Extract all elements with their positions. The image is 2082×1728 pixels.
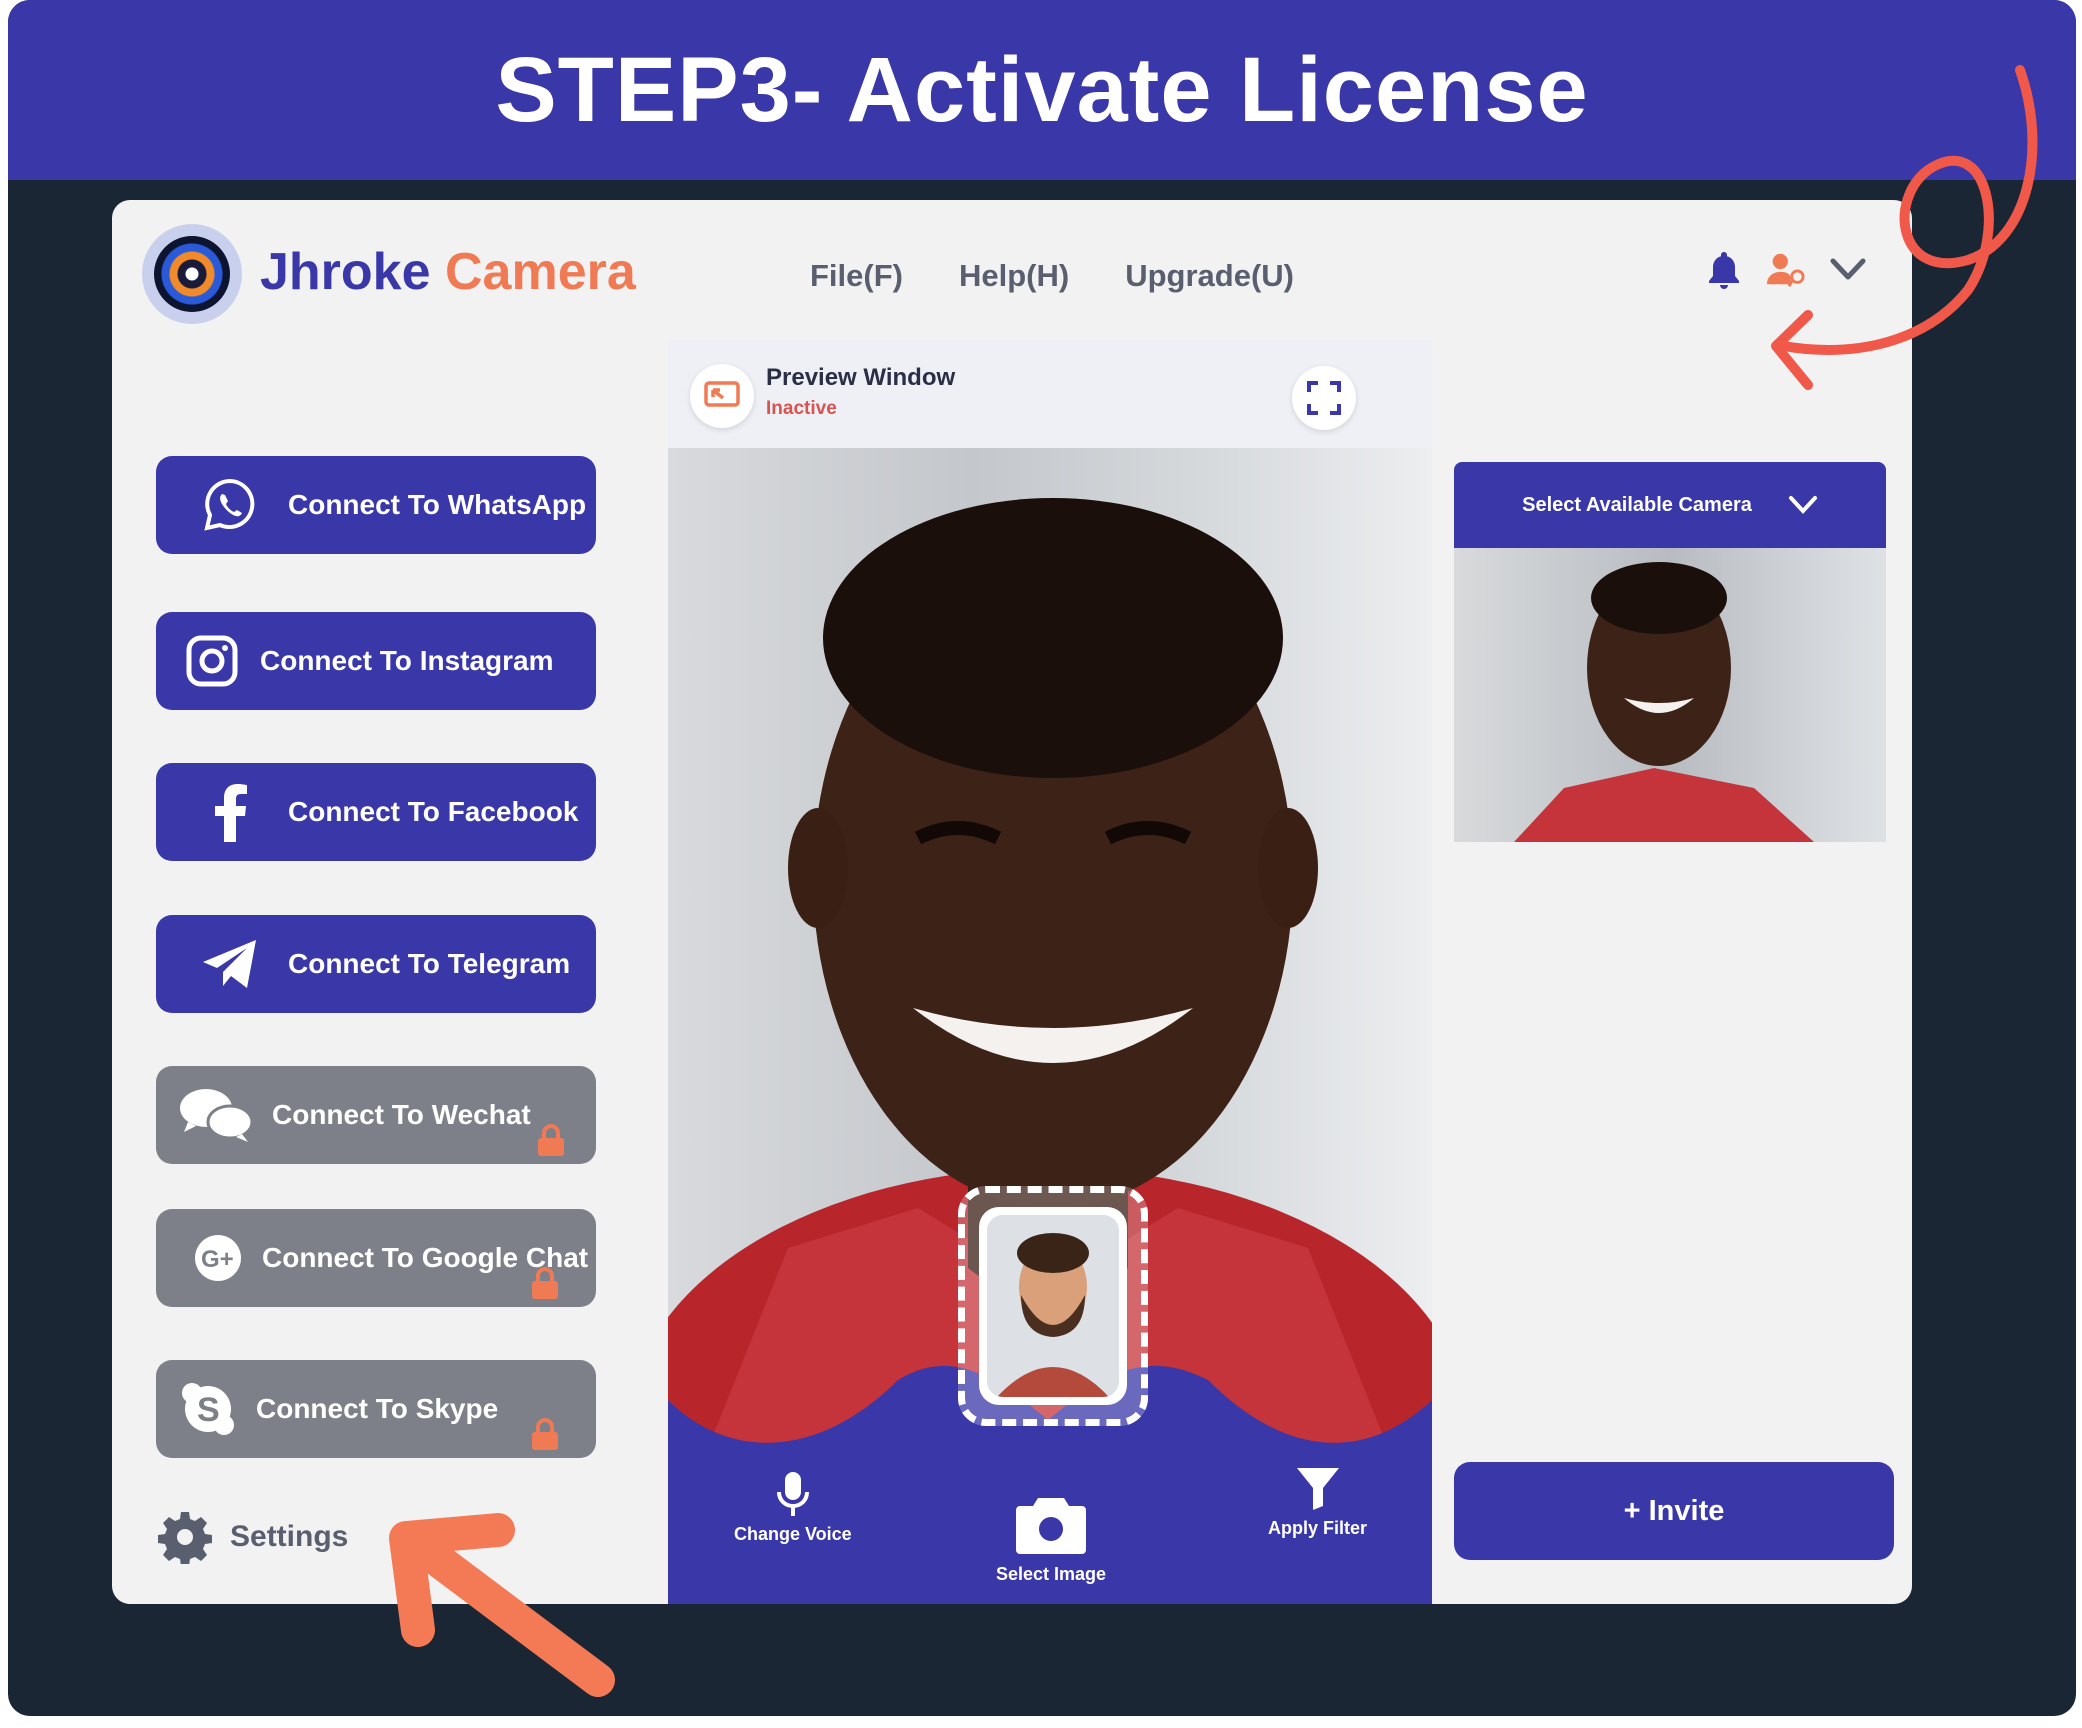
- preview-header: Preview Window Inactive: [668, 340, 1432, 448]
- camera-feed-photo: [1454, 548, 1886, 842]
- screen-share-icon: [690, 364, 754, 428]
- menu-help[interactable]: Help(H): [959, 258, 1069, 294]
- camera-panel: Select Available Camera: [1454, 462, 1886, 842]
- preview-window: Preview Window Inactive Change Voice Sel…: [668, 340, 1432, 1604]
- apply-filter-button[interactable]: Apply Filter: [1268, 1466, 1367, 1539]
- app-logo: [142, 224, 242, 324]
- settings-label: Settings: [230, 1520, 349, 1553]
- telegram-icon: [200, 934, 260, 994]
- fullscreen-icon: [1307, 381, 1341, 415]
- frame: STEP3- Activate License Jhroke Camera Fi…: [8, 0, 2076, 1716]
- face-thumbnail: [987, 1215, 1119, 1397]
- svg-text:S: S: [197, 1391, 220, 1429]
- top-icons: [1704, 248, 1868, 292]
- menu-bar: File(F) Help(H) Upgrade(U): [810, 258, 1294, 294]
- menu-file[interactable]: File(F): [810, 258, 903, 294]
- whatsapp-icon: [200, 475, 260, 535]
- bell-icon[interactable]: [1704, 248, 1744, 292]
- apply-filter-label: Apply Filter: [1268, 1518, 1368, 1538]
- brand-part2: Camera: [444, 243, 636, 301]
- change-voice-label: Change Voice: [734, 1524, 852, 1544]
- preview-title: Preview Window: [766, 364, 956, 391]
- camera-icon: [1016, 1498, 1087, 1554]
- connect-wechat-button[interactable]: Connect To Wechat: [156, 1066, 596, 1164]
- connect-telegram-label: Connect To Telegram: [288, 948, 571, 979]
- connect-whatsapp-label: Connect To WhatsApp: [288, 489, 587, 520]
- lock-icon: [530, 1267, 560, 1299]
- facebook-icon: [200, 782, 260, 842]
- connect-telegram-button[interactable]: Connect To Telegram: [156, 915, 596, 1013]
- settings-button[interactable]: Settings: [158, 1510, 348, 1564]
- banner: STEP3- Activate License: [8, 0, 2076, 180]
- connect-instagram-label: Connect To Instagram: [260, 645, 554, 676]
- brand-name: Jhroke Camera: [260, 242, 636, 302]
- google-chat-icon: G+: [188, 1228, 248, 1288]
- instagram-icon: [182, 631, 242, 691]
- select-image-frame[interactable]: [958, 1186, 1148, 1426]
- filter-icon: [1296, 1468, 1339, 1510]
- chevron-down-icon: [1788, 496, 1817, 514]
- microphone-icon: [776, 1472, 809, 1516]
- app-window: Jhroke Camera File(F) Help(H) Upgrade(U): [112, 200, 1912, 1604]
- connect-instagram-button[interactable]: Connect To Instagram: [156, 612, 596, 710]
- wechat-icon: [178, 1085, 254, 1145]
- connect-facebook-button[interactable]: Connect To Facebook: [156, 763, 596, 861]
- connect-skype-button[interactable]: S Connect To Skype: [156, 1360, 596, 1458]
- select-image-button[interactable]: Select Image: [996, 1494, 1106, 1585]
- connect-google-chat-button[interactable]: G+ Connect To Google Chat: [156, 1209, 596, 1307]
- gear-icon: [158, 1512, 212, 1564]
- menu-upgrade[interactable]: Upgrade(U): [1125, 258, 1294, 294]
- lock-icon: [536, 1124, 566, 1156]
- camera-select[interactable]: Select Available Camera: [1454, 462, 1886, 548]
- brand-part1: Jhroke: [260, 243, 431, 301]
- connect-wechat-label: Connect To Wechat: [272, 1099, 531, 1130]
- connect-facebook-label: Connect To Facebook: [288, 796, 579, 827]
- connect-whatsapp-button[interactable]: Connect To WhatsApp: [156, 456, 596, 554]
- camera-select-label: Select Available Camera: [1522, 493, 1752, 516]
- change-voice-button[interactable]: Change Voice: [734, 1470, 852, 1545]
- skype-icon: S: [178, 1379, 238, 1439]
- lock-icon: [530, 1418, 560, 1450]
- invite-button[interactable]: + Invite: [1454, 1462, 1894, 1560]
- connect-skype-label: Connect To Skype: [256, 1393, 499, 1424]
- user-key-icon[interactable]: [1766, 248, 1806, 292]
- select-image-label: Select Image: [996, 1564, 1107, 1584]
- banner-title: STEP3- Activate License: [495, 38, 1589, 141]
- chevron-down-icon[interactable]: [1828, 248, 1868, 292]
- preview-status: Inactive: [766, 398, 837, 419]
- fullscreen-button[interactable]: [1292, 366, 1356, 430]
- svg-text:G+: G+: [201, 1246, 234, 1273]
